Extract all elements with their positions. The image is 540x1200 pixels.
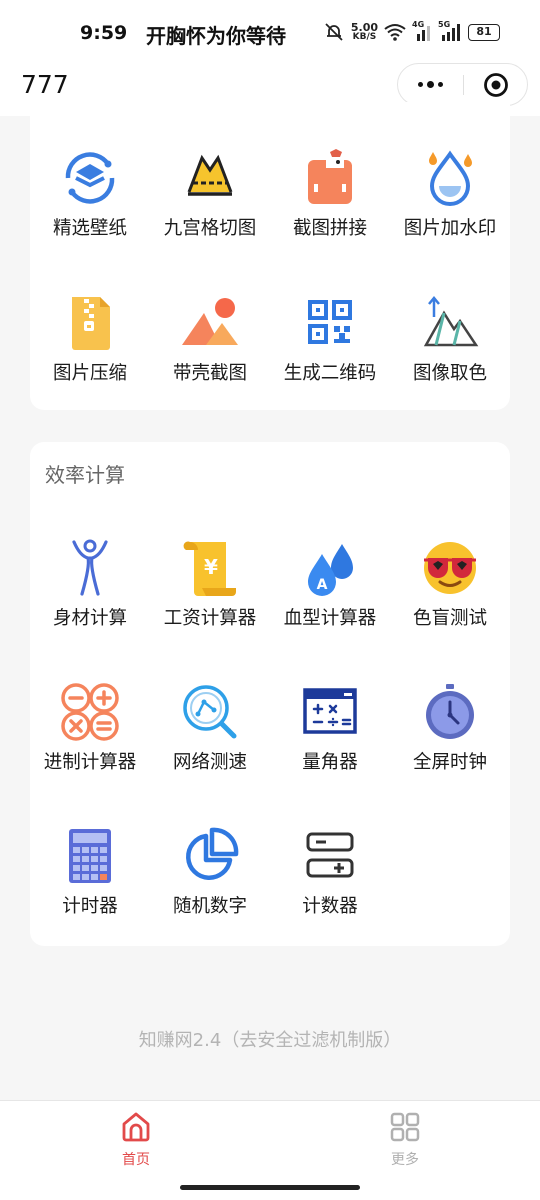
battery-indicator: 81 (468, 23, 500, 41)
tool-network-speed[interactable]: 网络测速 (150, 682, 270, 792)
tool-random-number[interactable]: 随机数字 (150, 826, 270, 936)
page-title: 777 (21, 70, 69, 99)
tool-counter[interactable]: 计数器 (270, 826, 390, 936)
counter-icon (306, 832, 354, 878)
tool-label: 身材计算 (52, 608, 127, 629)
network-search-icon (183, 685, 237, 739)
tab-label: 首页 (122, 1152, 150, 1168)
tool-label: 截图拼接 (292, 218, 367, 239)
stopwatch-icon (426, 684, 474, 739)
tool-label: 生成二维码 (283, 363, 377, 384)
tool-salary-calc[interactable]: ¥ 工资计算器 (150, 538, 270, 648)
tool-base-calc[interactable]: 进制计算器 (30, 682, 150, 792)
tool-label: 九宫格切图 (163, 218, 257, 239)
calculator-board-icon (303, 688, 357, 734)
tool-label: 色盲测试 (412, 608, 487, 629)
tool-label: 计数器 (302, 896, 358, 917)
mountain-image-icon (182, 298, 238, 345)
calculator-icon (69, 829, 111, 883)
tool-protractor[interactable]: 量角器 (270, 682, 390, 792)
tool-label: 带壳截图 (172, 363, 247, 384)
tool-color-blind-test[interactable]: 色盲测试 (390, 538, 510, 648)
ellipsis-icon (418, 82, 423, 87)
wallpaper-layers-icon (65, 152, 115, 204)
ellipsis-dot (427, 81, 434, 88)
status-bar: 9:59 开胸怀为你等待 5.00 KB/S 4G 5G 81 (0, 0, 540, 62)
tool-label: 量角器 (302, 752, 358, 773)
tool-label: 计时器 (62, 896, 118, 917)
blood-drops-icon: A (308, 544, 353, 596)
net-speed: 5.00 KB/S (350, 21, 378, 42)
section-title: 效率计算 (45, 463, 125, 487)
tool-qr-code[interactable]: 生成二维码 (270, 293, 390, 403)
body-figure-icon (72, 539, 108, 596)
image-tools-card: 精选壁纸 九宫格切图 截图拼接 图片加水印 图片压缩 带壳截图 生成二维码 图像… (30, 102, 510, 410)
grid-crop-icon (187, 154, 233, 196)
tool-fullscreen-clock[interactable]: 全屏时钟 (390, 682, 510, 792)
home-indicator (180, 1185, 360, 1190)
mini-program-capsule (397, 63, 528, 106)
signal-5g: 5G (438, 20, 462, 41)
tool-label: 随机数字 (172, 896, 247, 917)
math-operators-icon (61, 683, 119, 741)
home-icon (122, 1112, 150, 1142)
tool-label: 网络测速 (172, 752, 247, 773)
status-ticker: 开胸怀为你等待 (146, 24, 286, 48)
status-time: 9:59 (80, 22, 128, 44)
tool-label: 图片压缩 (52, 363, 127, 384)
tab-home[interactable]: 首页 (76, 1111, 196, 1171)
tool-label: 精选壁纸 (52, 218, 127, 239)
tool-screenshot-stitch[interactable]: 截图拼接 (270, 148, 390, 258)
mute-bell-icon (325, 23, 343, 41)
sunglasses-face-icon (424, 542, 476, 594)
tool-label: 全屏时钟 (412, 752, 487, 773)
more-button[interactable] (398, 64, 463, 105)
grid-icon (390, 1112, 420, 1142)
tab-label: 更多 (391, 1152, 419, 1168)
tool-label: 图像取色 (412, 363, 487, 384)
target-icon (484, 72, 508, 97)
tool-label: 工资计算器 (163, 608, 257, 629)
color-picker-icon (423, 296, 479, 347)
salary-scroll-icon: ¥ (183, 541, 236, 596)
tool-watermark[interactable]: 图片加水印 (390, 148, 510, 258)
tool-label: 图片加水印 (403, 218, 497, 239)
tool-grid-crop[interactable]: 九宫格切图 (150, 148, 270, 258)
tool-image-compress[interactable]: 图片压缩 (30, 293, 150, 403)
status-icons: 5.00 KB/S 4G 5G 81 (323, 20, 500, 42)
tool-label: 进制计算器 (43, 752, 137, 773)
tool-blood-type[interactable]: A 血型计算器 (270, 538, 390, 648)
footer-text: 知赚网2.4（去安全过滤机制版） (138, 1030, 402, 1051)
qr-code-icon (308, 300, 352, 344)
efficiency-card: 效率计算 身材计算 ¥ 工资计算器 A 血型计算器 色盲测试 进制计算器 网络测… (30, 442, 510, 946)
screenshot-stitch-icon (308, 149, 352, 204)
signal-4g: 4G (412, 20, 432, 41)
tool-wallpaper[interactable]: 精选壁纸 (30, 148, 150, 258)
pie-chart-icon (186, 827, 239, 880)
zip-file-icon (72, 297, 110, 350)
tool-color-picker[interactable]: 图像取色 (390, 293, 510, 403)
tab-more[interactable]: 更多 (345, 1111, 465, 1171)
tool-body-calc[interactable]: 身材计算 (30, 538, 150, 648)
tool-shell-screenshot[interactable]: 带壳截图 (150, 293, 270, 403)
tool-timer[interactable]: 计时器 (30, 826, 150, 936)
tool-label: 血型计算器 (283, 608, 377, 629)
svg-text:¥: ¥ (204, 555, 218, 579)
watermark-drop-icon (429, 150, 472, 206)
close-button[interactable] (464, 64, 528, 105)
svg-text:A: A (317, 577, 328, 593)
wifi-icon (384, 24, 406, 41)
ellipsis-dot (438, 82, 443, 87)
